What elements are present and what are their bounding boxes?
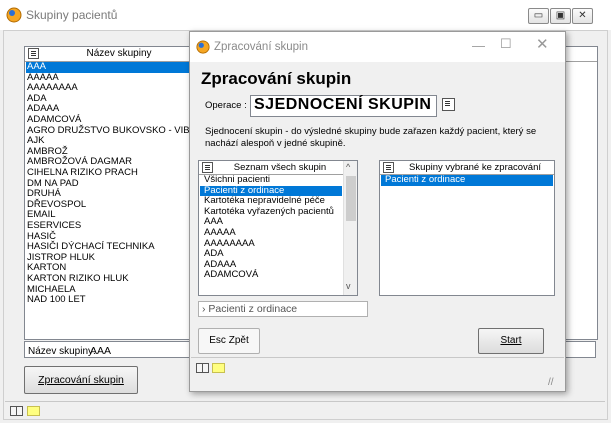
process-groups-button-label: Zpracování skupin — [38, 374, 124, 386]
list-icon — [383, 162, 394, 173]
filter-value: › Pacienti z ordinace — [202, 303, 298, 315]
selected-groups-item[interactable]: Pacienti z ordinace — [381, 174, 553, 186]
group-list-header-label: Název skupiny — [86, 48, 152, 59]
dialog-status-separator — [191, 357, 564, 358]
dialog-title: Zpracování skupin — [214, 41, 308, 53]
process-groups-dialog: Zpracování skupin — ☐ ✕ Zpracování skupi… — [189, 31, 566, 392]
all-groups-item[interactable]: ADAMCOVÁ — [204, 270, 258, 281]
hint-icon[interactable] — [212, 363, 225, 373]
status-separator — [5, 401, 605, 402]
book-icon[interactable] — [10, 406, 23, 416]
close-button[interactable]: ✕ — [572, 8, 593, 24]
group-name-value: AAA — [90, 345, 112, 357]
group-list-item[interactable]: AAA — [26, 61, 191, 73]
all-groups-list[interactable]: Seznam všech skupin Všichni pacienti Paci… — [198, 160, 358, 296]
scrollbar-thumb[interactable] — [346, 176, 356, 221]
list-icon — [202, 162, 213, 173]
dialog-maximize-icon[interactable]: ☐ — [500, 36, 512, 52]
dialog-titlebar: Zpracování skupin — ☐ ✕ — [190, 32, 565, 62]
all-groups-header-label: Seznam všech skupin — [233, 162, 327, 173]
operation-value: SJEDNOCENÍ SKUPIN — [254, 96, 432, 113]
dialog-minimize-icon[interactable]: — — [472, 38, 485, 53]
process-groups-button[interactable]: Zpracování skupin — [24, 366, 138, 394]
dialog-heading: Zpracování skupin — [201, 69, 352, 88]
group-list-header[interactable]: Název skupiny — [25, 47, 191, 62]
group-list-item[interactable]: CIHELNA RIZIKO PRACH — [27, 167, 138, 179]
selected-groups-list[interactable]: Skupiny vybrané ke zpracování Pacienti z… — [379, 160, 555, 296]
minimize-button[interactable]: ▭ — [528, 8, 549, 24]
all-groups-item[interactable]: Kartotéka vyřazených pacientů — [204, 206, 334, 218]
book-icon[interactable] — [196, 363, 209, 373]
scroll-down-icon[interactable]: v — [346, 281, 351, 291]
group-list-item[interactable]: NAD 100 LET — [27, 295, 86, 306]
selected-groups-header-label: Skupiny vybrané ke zpracování — [408, 162, 542, 173]
group-list-item[interactable]: ADAMCOVÁ — [27, 114, 81, 126]
maximize-button[interactable]: ▣ — [550, 8, 571, 24]
group-list-item[interactable]: AGRO DRUŽSTVO BUKOVSKO - VIB — [27, 125, 190, 137]
group-list-item[interactable]: ESERVICES — [27, 220, 81, 232]
all-groups-header[interactable]: Seznam všech skupin — [199, 161, 343, 175]
scroll-up-icon[interactable]: ^ — [346, 162, 350, 172]
outer-window-title: Skupiny pacientů — [26, 8, 118, 22]
all-groups-item[interactable]: AAAAA — [204, 227, 236, 239]
all-groups-scrollbar[interactable]: ^ v — [343, 161, 357, 295]
app-icon — [196, 40, 210, 54]
outer-titlebar: Skupiny pacientů ▭ ▣ ✕ — [0, 0, 611, 30]
selected-groups-header[interactable]: Skupiny vybrané ke zpracování — [380, 161, 554, 175]
start-button-label: Start — [500, 335, 522, 346]
hint-icon[interactable] — [27, 406, 40, 416]
back-button[interactable]: Esc Zpět — [198, 328, 260, 354]
resize-grip-icon[interactable]: // — [548, 377, 554, 388]
operation-description: Sjednocení skupin - do výsledné skupiny … — [205, 126, 537, 149]
app-icon — [6, 7, 22, 23]
start-button[interactable]: Start — [478, 328, 544, 354]
group-name-label: Název skupiny: — [28, 346, 96, 357]
dialog-close-icon[interactable]: ✕ — [536, 35, 549, 53]
all-groups-item[interactable]: Všichni pacienti — [204, 174, 270, 186]
group-list-item[interactable]: KARTON RIZIKO HLUK — [27, 273, 129, 285]
group-list[interactable]: Název skupiny AAA AAAAA AAAAAAAA ADA ADAAA AD… — [24, 46, 192, 340]
operation-label: Operace : — [205, 100, 247, 111]
operation-list-icon[interactable] — [442, 98, 455, 111]
list-icon — [28, 48, 39, 59]
